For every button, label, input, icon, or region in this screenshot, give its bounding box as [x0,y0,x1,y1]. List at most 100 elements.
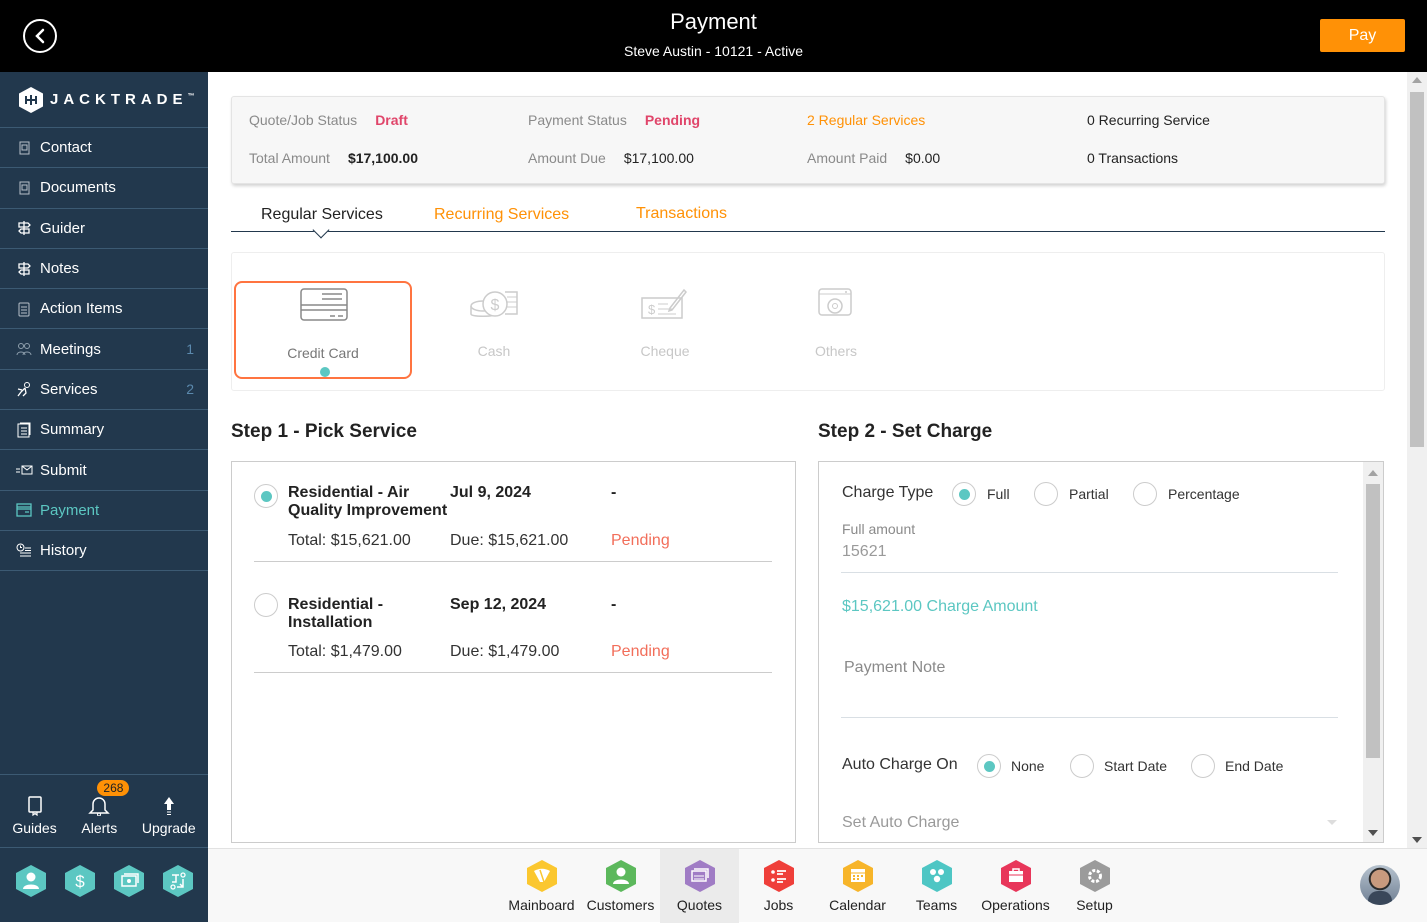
sidebar-item-contact[interactable]: Contact [0,128,208,169]
sidebar-item-action-items[interactable]: Action Items [0,289,208,330]
charge-type-label: Charge Type [842,484,934,501]
tab-transactions[interactable]: Transactions [636,205,727,223]
sidebar-item-payment[interactable]: Payment [0,491,208,531]
credit-card-icon [300,288,348,321]
app-teams[interactable]: Teams [897,849,976,923]
user-avatar[interactable] [1360,865,1400,905]
app-customers[interactable]: Customers [581,849,660,923]
customer-icon [605,860,636,892]
teams-icon [921,860,952,892]
amount-due: Amount Due $17,100.00 [528,150,694,166]
page-subtitle: Steve Austin - 10121 - Active [624,43,803,59]
sidebar-item-history[interactable]: History [0,531,208,572]
tab-regular-services[interactable]: Regular Services [261,206,383,224]
user-icon[interactable] [15,864,47,898]
briefcase-icon [1000,860,1031,892]
transactions-count: 0 Transactions [1087,150,1179,166]
method-others[interactable]: Others [747,281,925,379]
cheque-icon: $ [641,288,687,319]
auto-charge-start-date-radio[interactable] [1070,754,1094,778]
auto-charge-end-date-radio[interactable] [1191,754,1215,778]
quotes-icon [684,860,715,892]
meeting-icon [15,341,33,357]
app-quotes[interactable]: Quotes [660,849,739,923]
quote-status: Quote/Job Status Draft [249,112,408,128]
services-count: 2 [186,381,194,398]
main-content: Quote/Job Status Draft Payment Status Pe… [208,72,1407,848]
address-book-icon [15,180,33,196]
method-credit-card[interactable]: Credit Card [234,281,412,379]
dropdown-arrow-icon [1327,820,1337,825]
dollar-icon[interactable]: $ [64,864,96,898]
regular-services-link[interactable]: 2 Regular Services [807,112,925,128]
sidebar-item-summary[interactable]: Summary [0,410,208,451]
guides-button[interactable]: Guides [12,796,57,836]
sidebar-item-documents[interactable]: Documents [0,168,208,209]
active-tab-indicator [312,221,330,239]
service-item[interactable]: Residential - Air Quality Improvement Ju… [254,484,772,562]
book-icon [27,796,42,816]
alerts-count-badge: 268 [97,780,130,796]
service-status: Pending [611,643,670,660]
gear-icon [1079,860,1110,892]
logo-text: JACKTRADE™ [50,91,195,108]
method-cheque[interactable]: $ Cheque [576,281,754,379]
app-setup[interactable]: Setup [1055,849,1134,923]
service-radio-selected[interactable] [254,484,278,508]
tab-recurring-services[interactable]: Recurring Services [434,206,569,224]
sidebar-item-submit[interactable]: Submit [0,450,208,491]
calendar-icon [842,860,873,892]
sidebar-item-notes[interactable]: Notes [0,249,208,290]
service-status: Pending [611,532,670,549]
charge-type-percentage-radio[interactable] [1133,482,1157,506]
service-name: Residential - Installation [288,596,384,631]
bell-icon [88,797,111,816]
app-mainboard[interactable]: Mainboard [502,849,581,923]
sidebar-item-guider[interactable]: Guider [0,209,208,249]
worker-icon [15,381,33,397]
charge-settings-scrollbar[interactable] [1363,462,1383,842]
pay-button[interactable]: Pay [1320,19,1405,52]
charge-type-partial-radio[interactable] [1034,482,1058,506]
wallet-icon [818,288,852,316]
address-book-icon [15,140,33,156]
step2-title: Step 2 - Set Charge [818,421,993,442]
set-auto-charge-select[interactable]: Set Auto Charge [842,814,959,832]
payment-status-value: Pending [644,112,701,128]
payment-card-icon [15,502,33,518]
app-operations[interactable]: Operations [976,849,1055,923]
service-due: Due: $1,479.00 [450,643,560,660]
app-jobs[interactable]: Jobs [739,849,818,923]
coins-icon: $ [470,291,518,317]
money-icon[interactable] [113,864,145,898]
sidebar-item-meetings[interactable]: Meetings 1 [0,329,208,370]
recurring-service-count: 0 Recurring Service [1087,112,1210,128]
quote-status-value: Draft [375,112,408,128]
app-calendar[interactable]: Calendar [818,849,897,923]
upgrade-arrow-icon [163,797,174,815]
full-amount-input[interactable]: 15621 [842,543,887,561]
total-amount: Total Amount $17,100.00 [249,150,419,166]
alerts-button[interactable]: 268 Alerts [81,780,130,836]
upgrade-button[interactable]: Upgrade [142,796,196,836]
bottom-app-bar: Mainboard Customers Quotes Jobs Calendar… [208,848,1427,923]
service-radio[interactable] [254,593,278,617]
meetings-count: 1 [186,341,194,358]
workflow-icon[interactable] [162,864,194,898]
mainboard-icon [526,860,557,892]
method-cash[interactable]: $ Cash [405,281,583,379]
charge-type-full-radio[interactable] [952,482,976,506]
scrollbar-thumb[interactable] [1410,92,1424,447]
auto-charge-none-radio[interactable] [977,754,1001,778]
service-date: Jul 9, 2024 [450,484,531,501]
document-stack-icon [15,422,33,438]
sidebar-item-services[interactable]: Services 2 [0,370,208,411]
full-amount-label: Full amount [842,521,916,537]
svg-text:$: $ [648,302,656,317]
page-scrollbar[interactable] [1407,72,1427,848]
payment-note-input[interactable]: Payment Note [844,659,945,677]
jobs-list-icon [763,860,794,892]
payment-methods: Credit Card $ Cash $ Cheque Others [231,252,1385,391]
step1-title: Step 1 - Pick Service [231,421,417,442]
service-item[interactable]: Residential - Installation Sep 12, 2024 … [254,593,772,673]
